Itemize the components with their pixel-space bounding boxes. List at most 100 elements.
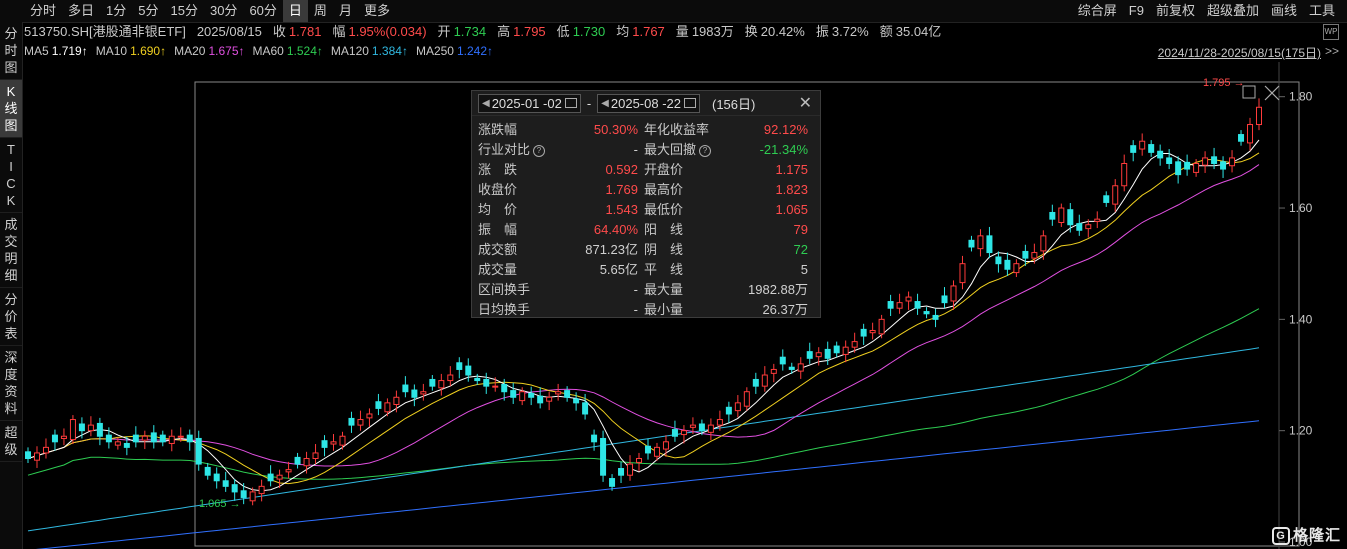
high-mark-label: 1.795 → — [1203, 77, 1245, 89]
candle-body — [51, 434, 58, 443]
change-value: 1.95%(0.034) — [348, 24, 427, 39]
period-tab-6[interactable]: 60分 — [243, 0, 282, 22]
stat-label: 日均换手 — [478, 302, 531, 317]
stat-label: 涨 跌 — [478, 162, 518, 177]
period-tab-4[interactable]: 15分 — [165, 0, 204, 22]
toolbar-button-3[interactable]: 超级叠加 — [1201, 0, 1265, 22]
period-tab-9[interactable]: 月 — [333, 0, 358, 22]
security-code: 513750.SH[港股通非银ETF] — [24, 24, 186, 39]
candle-body — [1193, 162, 1200, 173]
close-icon[interactable]: ✕ — [799, 93, 812, 113]
candle-body — [968, 239, 975, 248]
volume-label: 量 — [675, 24, 689, 39]
candle-body — [1220, 161, 1227, 170]
candle-body — [1166, 157, 1173, 164]
period-tab-10[interactable]: 更多 — [358, 0, 396, 22]
sidebar-item-4[interactable]: 分价表 — [0, 288, 22, 346]
candle-body — [492, 385, 499, 388]
toolbar-button-0[interactable]: 综合屏 — [1072, 0, 1123, 22]
candle-body — [69, 419, 76, 441]
ma-legend: MA5 1.719↑ MA10 1.690↑ MA20 1.675↑ MA60 1.524↑ M… — [24, 42, 501, 60]
candle-body — [402, 384, 409, 393]
stat-value: 1982.88万 — [748, 282, 808, 297]
start-date-picker[interactable]: ◀ 2025-01 -02 — [478, 93, 581, 113]
period-tab-2[interactable]: 1分 — [100, 0, 132, 22]
candle-body — [743, 391, 750, 407]
toolbar-button-2[interactable]: 前复权 — [1150, 0, 1201, 22]
candle-body — [258, 485, 265, 495]
help-icon[interactable]: ? — [699, 145, 712, 157]
period-tab-3[interactable]: 5分 — [132, 0, 164, 22]
sidebar-item-0[interactable]: 分时图 — [0, 22, 22, 80]
toolbar-button-4[interactable]: 画线 — [1265, 0, 1303, 22]
close-label: 收 — [272, 24, 286, 39]
toolbar-right: 综合屏 F9 前复权 超级叠加 画线 工具 — [1072, 0, 1341, 22]
chevron-right-icon[interactable]: >> — [1325, 44, 1339, 58]
candle-body — [357, 419, 364, 426]
candle-body — [564, 390, 571, 398]
candle-body — [734, 402, 741, 412]
candle-body — [950, 285, 957, 302]
candle-body — [195, 437, 202, 465]
candle-body — [375, 401, 382, 409]
period-tab-1[interactable]: 多日 — [62, 0, 100, 22]
left-arrow-icon[interactable]: ◀ — [482, 98, 490, 109]
stat-value: 64.40% — [593, 222, 638, 237]
calendar-icon[interactable] — [684, 98, 696, 108]
end-date: 2025-08 -22 — [610, 95, 681, 111]
stat-label: 最大量 — [644, 282, 684, 297]
turnover-value: 20.42% — [760, 24, 805, 39]
period-tab-5[interactable]: 30分 — [204, 0, 243, 22]
y-tick-label: 1.80 — [1289, 90, 1313, 104]
toolbar-button-1[interactable]: F9 — [1123, 0, 1150, 22]
stat-value: 72 — [793, 242, 808, 257]
candle-body — [555, 391, 562, 395]
stats-grid: 涨跌幅 50.30% 年化收益率 92.12% 行业对比? - 最大回撤? -21.34% 涨 … — [472, 116, 820, 320]
calendar-icon[interactable] — [564, 98, 577, 108]
ma-item-2: MA20 1.675↑ — [174, 42, 244, 60]
date-range-label[interactable]: 2024/11/28-2025/08/15(175日) — [1158, 44, 1321, 61]
ma-item-0: MA5 1.719↑ — [24, 42, 88, 60]
candle-body — [267, 473, 274, 482]
candle-body — [1058, 207, 1065, 223]
sidebar-item-2[interactable]: TICK — [0, 138, 22, 213]
period-tab-8[interactable]: 周 — [308, 0, 333, 22]
sidebar-item-1[interactable]: K线图 — [0, 80, 22, 138]
sidebar-item-3[interactable]: 成交明细 — [0, 213, 22, 288]
period-tab-7[interactable]: 日 — [282, 0, 308, 22]
candle-body — [1121, 162, 1128, 187]
candle-body — [788, 366, 795, 370]
candle-body — [1013, 263, 1020, 274]
high-value: 1.795 — [513, 24, 546, 39]
y-tick-label: 1.60 — [1289, 201, 1313, 215]
left-sidebar: 分时图K线图TICK成交明细分价表深度资料超级 — [0, 22, 23, 549]
candle-body — [321, 440, 328, 448]
stat-value: 79 — [793, 222, 808, 237]
candle-body — [96, 422, 103, 437]
amount-label: 额 — [879, 24, 893, 39]
stat-value: - — [633, 302, 638, 317]
low-value: 1.730 — [572, 24, 606, 39]
candle-body — [995, 256, 1002, 265]
turnover-label: 换 — [744, 24, 758, 39]
stat-value: 26.37万 — [762, 302, 808, 317]
toolbar-button-5[interactable]: 工具 — [1303, 0, 1341, 22]
candle-body — [312, 452, 319, 460]
candle-body — [582, 402, 589, 415]
sidebar-item-5[interactable]: 深度资料 — [0, 346, 22, 421]
stat-value: 5.65亿 — [599, 262, 638, 277]
wp-icon[interactable]: WP — [1323, 24, 1339, 40]
candle-body — [1247, 124, 1254, 144]
stat-label: 阳 线 — [644, 222, 684, 237]
end-date-picker[interactable]: ◀ 2025-08 -22 — [597, 93, 700, 113]
candle-body — [609, 478, 616, 487]
stat-value: - — [633, 142, 638, 157]
candle-body — [662, 441, 669, 450]
left-arrow-icon[interactable]: ◀ — [601, 98, 609, 109]
period-tab-0[interactable]: 分时 — [24, 0, 62, 22]
candle-body — [519, 391, 526, 402]
candle-body — [941, 295, 948, 304]
candle-body — [1085, 224, 1092, 230]
candle-body — [465, 365, 472, 376]
sidebar-item-6[interactable]: 超级 — [0, 421, 22, 462]
